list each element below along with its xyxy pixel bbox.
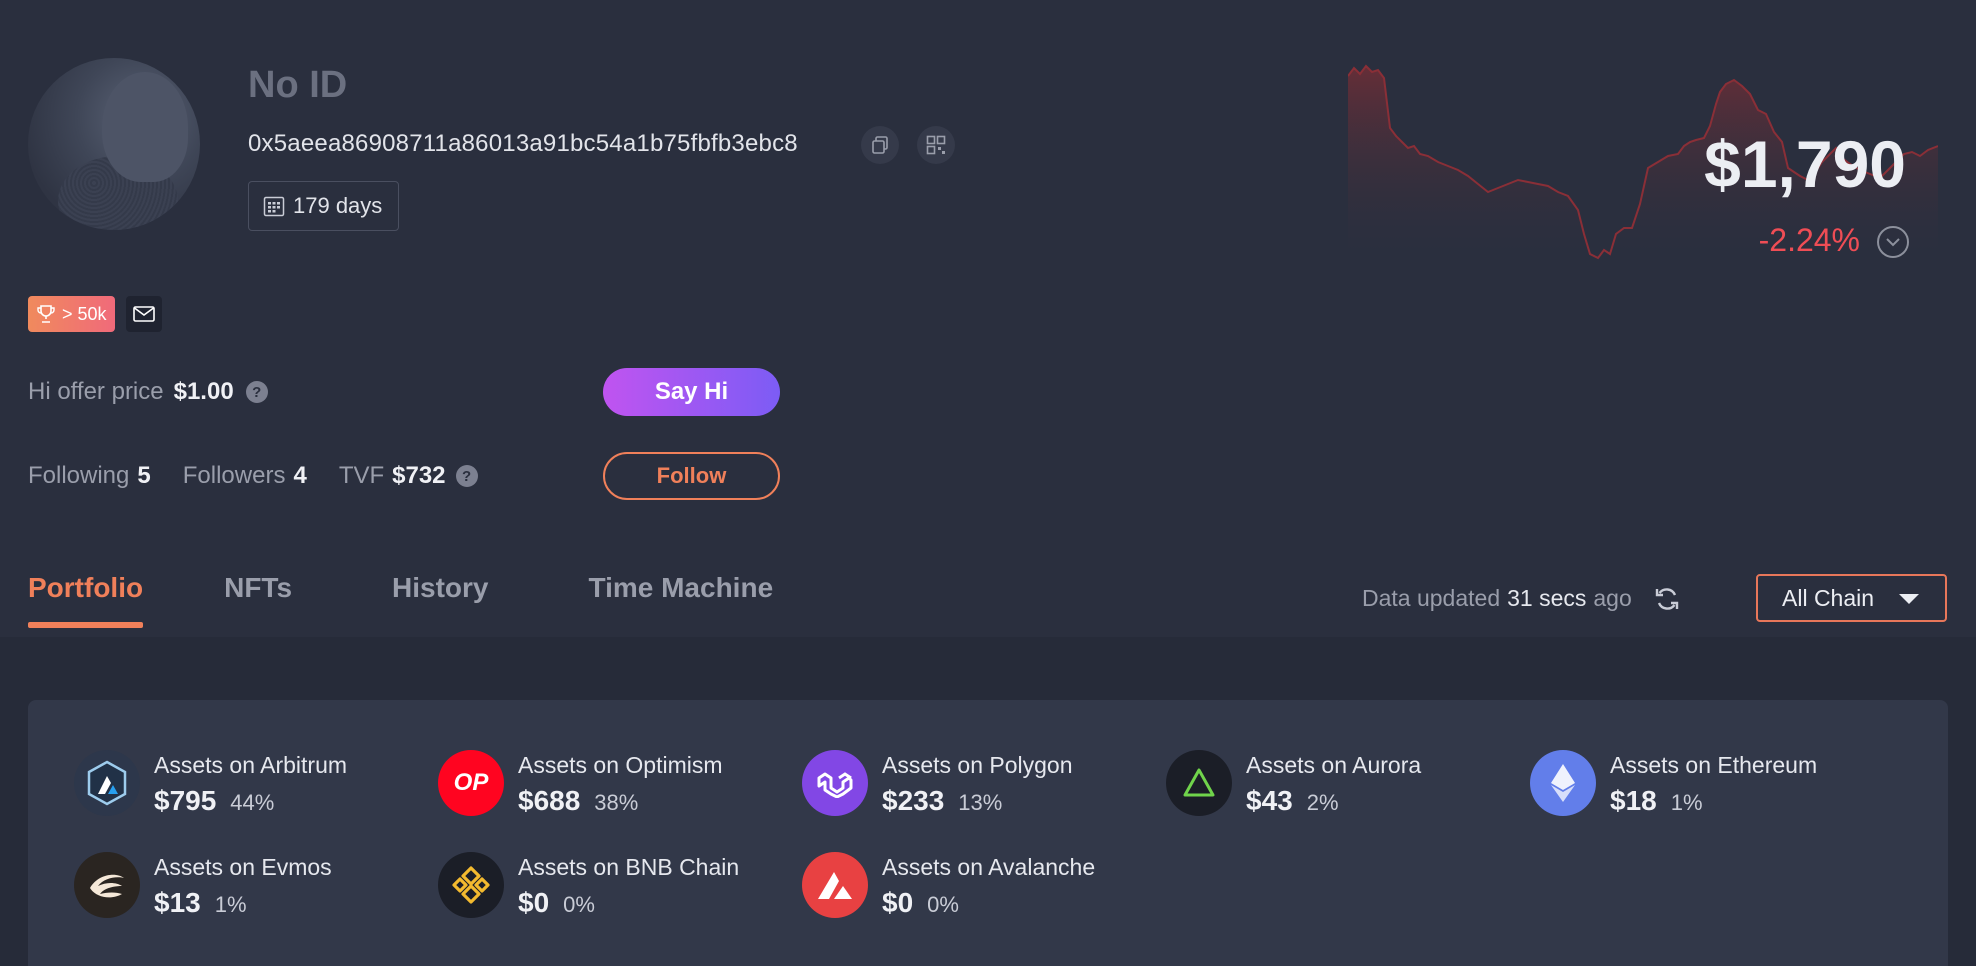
chain-asset-item[interactable]: Assets on Avalanche $0 0%	[802, 852, 1095, 919]
asset-chain-name: Assets on Evmos	[154, 854, 332, 880]
tier-label: > 50k	[62, 303, 107, 324]
asset-chain-name: Assets on Arbitrum	[154, 752, 348, 778]
following-count[interactable]: 5	[137, 462, 150, 490]
avatar	[28, 58, 200, 230]
avalanche-icon	[802, 852, 868, 918]
chain-filter-value: All Chain	[1782, 584, 1875, 611]
hi-offer-value: $1.00	[173, 378, 234, 405]
mail-badge[interactable]	[126, 296, 162, 332]
social-stats-row: Following 5 Followers 4 TVF $732 ?	[28, 462, 478, 490]
chain-filter-select[interactable]: All Chain	[1756, 574, 1947, 622]
tvf-label: TVF	[338, 462, 385, 489]
hi-offer-row: Hi offer price $1.00 ?	[28, 378, 268, 406]
updated-suffix: ago	[1593, 585, 1632, 611]
asset-value: $0	[518, 887, 550, 918]
asset-value: $688	[518, 785, 581, 816]
chain-asset-item[interactable]: Assets on Aurora $43 2%	[1166, 750, 1421, 817]
followers-label[interactable]: Followers	[183, 462, 286, 490]
chain-asset-item[interactable]: Assets on Evmos $13 1%	[74, 852, 332, 919]
asset-chain-name: Assets on BNB Chain	[518, 854, 740, 880]
trophy-icon	[37, 305, 55, 323]
asset-percent: 44%	[230, 790, 275, 815]
profile-title: No ID	[248, 64, 348, 106]
refresh-button[interactable]	[1650, 582, 1684, 616]
net-worth-value: $1,790	[1704, 127, 1906, 201]
tab-time-machine[interactable]: Time Machine	[588, 572, 773, 626]
say-hi-button[interactable]: Say Hi	[603, 368, 780, 416]
arbitrum-icon	[74, 750, 140, 816]
asset-percent: 0%	[927, 892, 959, 917]
copy-address-button[interactable]	[861, 126, 899, 164]
asset-percent: 0%	[563, 892, 595, 917]
evmos-icon	[74, 852, 140, 918]
tab-nfts[interactable]: NFTs	[224, 572, 292, 626]
chain-asset-item[interactable]: Assets on BNB Chain $0 0%	[438, 852, 739, 919]
asset-value: $0	[882, 887, 914, 918]
polygon-icon	[802, 750, 868, 816]
chain-asset-item[interactable]: Assets on Arbitrum $795 44%	[74, 750, 347, 817]
tab-bar: Portfolio NFTs History Time Machine	[28, 572, 773, 628]
asset-value: $13	[154, 887, 201, 918]
asset-percent: 1%	[214, 892, 247, 917]
wallet-address: 0x5aeea86908711a86013a91bc54a1b75fbfb3eb…	[248, 130, 798, 157]
help-icon[interactable]: ?	[455, 465, 478, 487]
asset-percent: 2%	[1306, 790, 1339, 815]
net-worth-tier-badge: > 50k	[28, 296, 115, 332]
ethereum-icon	[1530, 750, 1596, 816]
chevron-down-icon	[1886, 238, 1900, 247]
updated-prefix: Data updated	[1362, 585, 1501, 611]
optimism-icon: OP	[438, 750, 504, 816]
bnb-icon	[438, 852, 504, 918]
copy-icon	[872, 136, 888, 154]
data-updated-status: Data updated 31 secs ago	[1362, 585, 1632, 612]
following-label[interactable]: Following	[28, 462, 129, 490]
calendar-icon	[263, 196, 285, 217]
chain-asset-item[interactable]: OP Assets on Optimism $688 38%	[438, 750, 723, 817]
wallet-age-text: 179 days	[293, 193, 383, 218]
aurora-icon	[1166, 750, 1232, 816]
asset-chain-name: Assets on Aurora	[1246, 752, 1422, 778]
caret-down-icon	[1899, 594, 1919, 604]
tab-portfolio[interactable]: Portfolio	[28, 572, 144, 628]
tab-history[interactable]: History	[392, 572, 488, 626]
asset-chain-name: Assets on Optimism	[518, 752, 723, 778]
asset-chain-name: Assets on Avalanche	[882, 854, 1096, 880]
asset-percent: 38%	[594, 790, 639, 815]
asset-chain-name: Assets on Polygon	[882, 752, 1073, 778]
wallet-age-badge: 179 days	[248, 181, 400, 231]
chain-asset-item[interactable]: Assets on Polygon $233 13%	[802, 750, 1073, 817]
asset-value: $43	[1246, 785, 1293, 816]
expand-chart-button[interactable]	[1877, 226, 1909, 258]
help-icon[interactable]: ?	[245, 381, 268, 403]
mail-icon	[133, 306, 155, 322]
asset-chain-name: Assets on Ethereum	[1610, 752, 1818, 778]
asset-percent: 13%	[958, 790, 1003, 815]
asset-value: $233	[882, 785, 945, 816]
asset-value: $18	[1610, 785, 1657, 816]
asset-value: $795	[154, 785, 217, 816]
asset-percent: 1%	[1670, 790, 1703, 815]
net-worth-change: -2.24%	[1758, 222, 1860, 258]
updated-time: 31 secs	[1507, 585, 1587, 611]
chain-assets-panel: Assets on Arbitrum $795 44% OP Assets on…	[28, 700, 1948, 966]
refresh-icon	[1655, 588, 1679, 610]
followers-count[interactable]: 4	[293, 462, 306, 490]
follow-button[interactable]: Follow	[603, 452, 780, 500]
qr-code-button[interactable]	[917, 126, 955, 164]
qr-code-icon	[926, 135, 946, 155]
chain-asset-item[interactable]: Assets on Ethereum $18 1%	[1530, 750, 1817, 817]
hi-offer-label: Hi offer price	[28, 378, 164, 405]
tvf-value: $732	[392, 462, 446, 489]
